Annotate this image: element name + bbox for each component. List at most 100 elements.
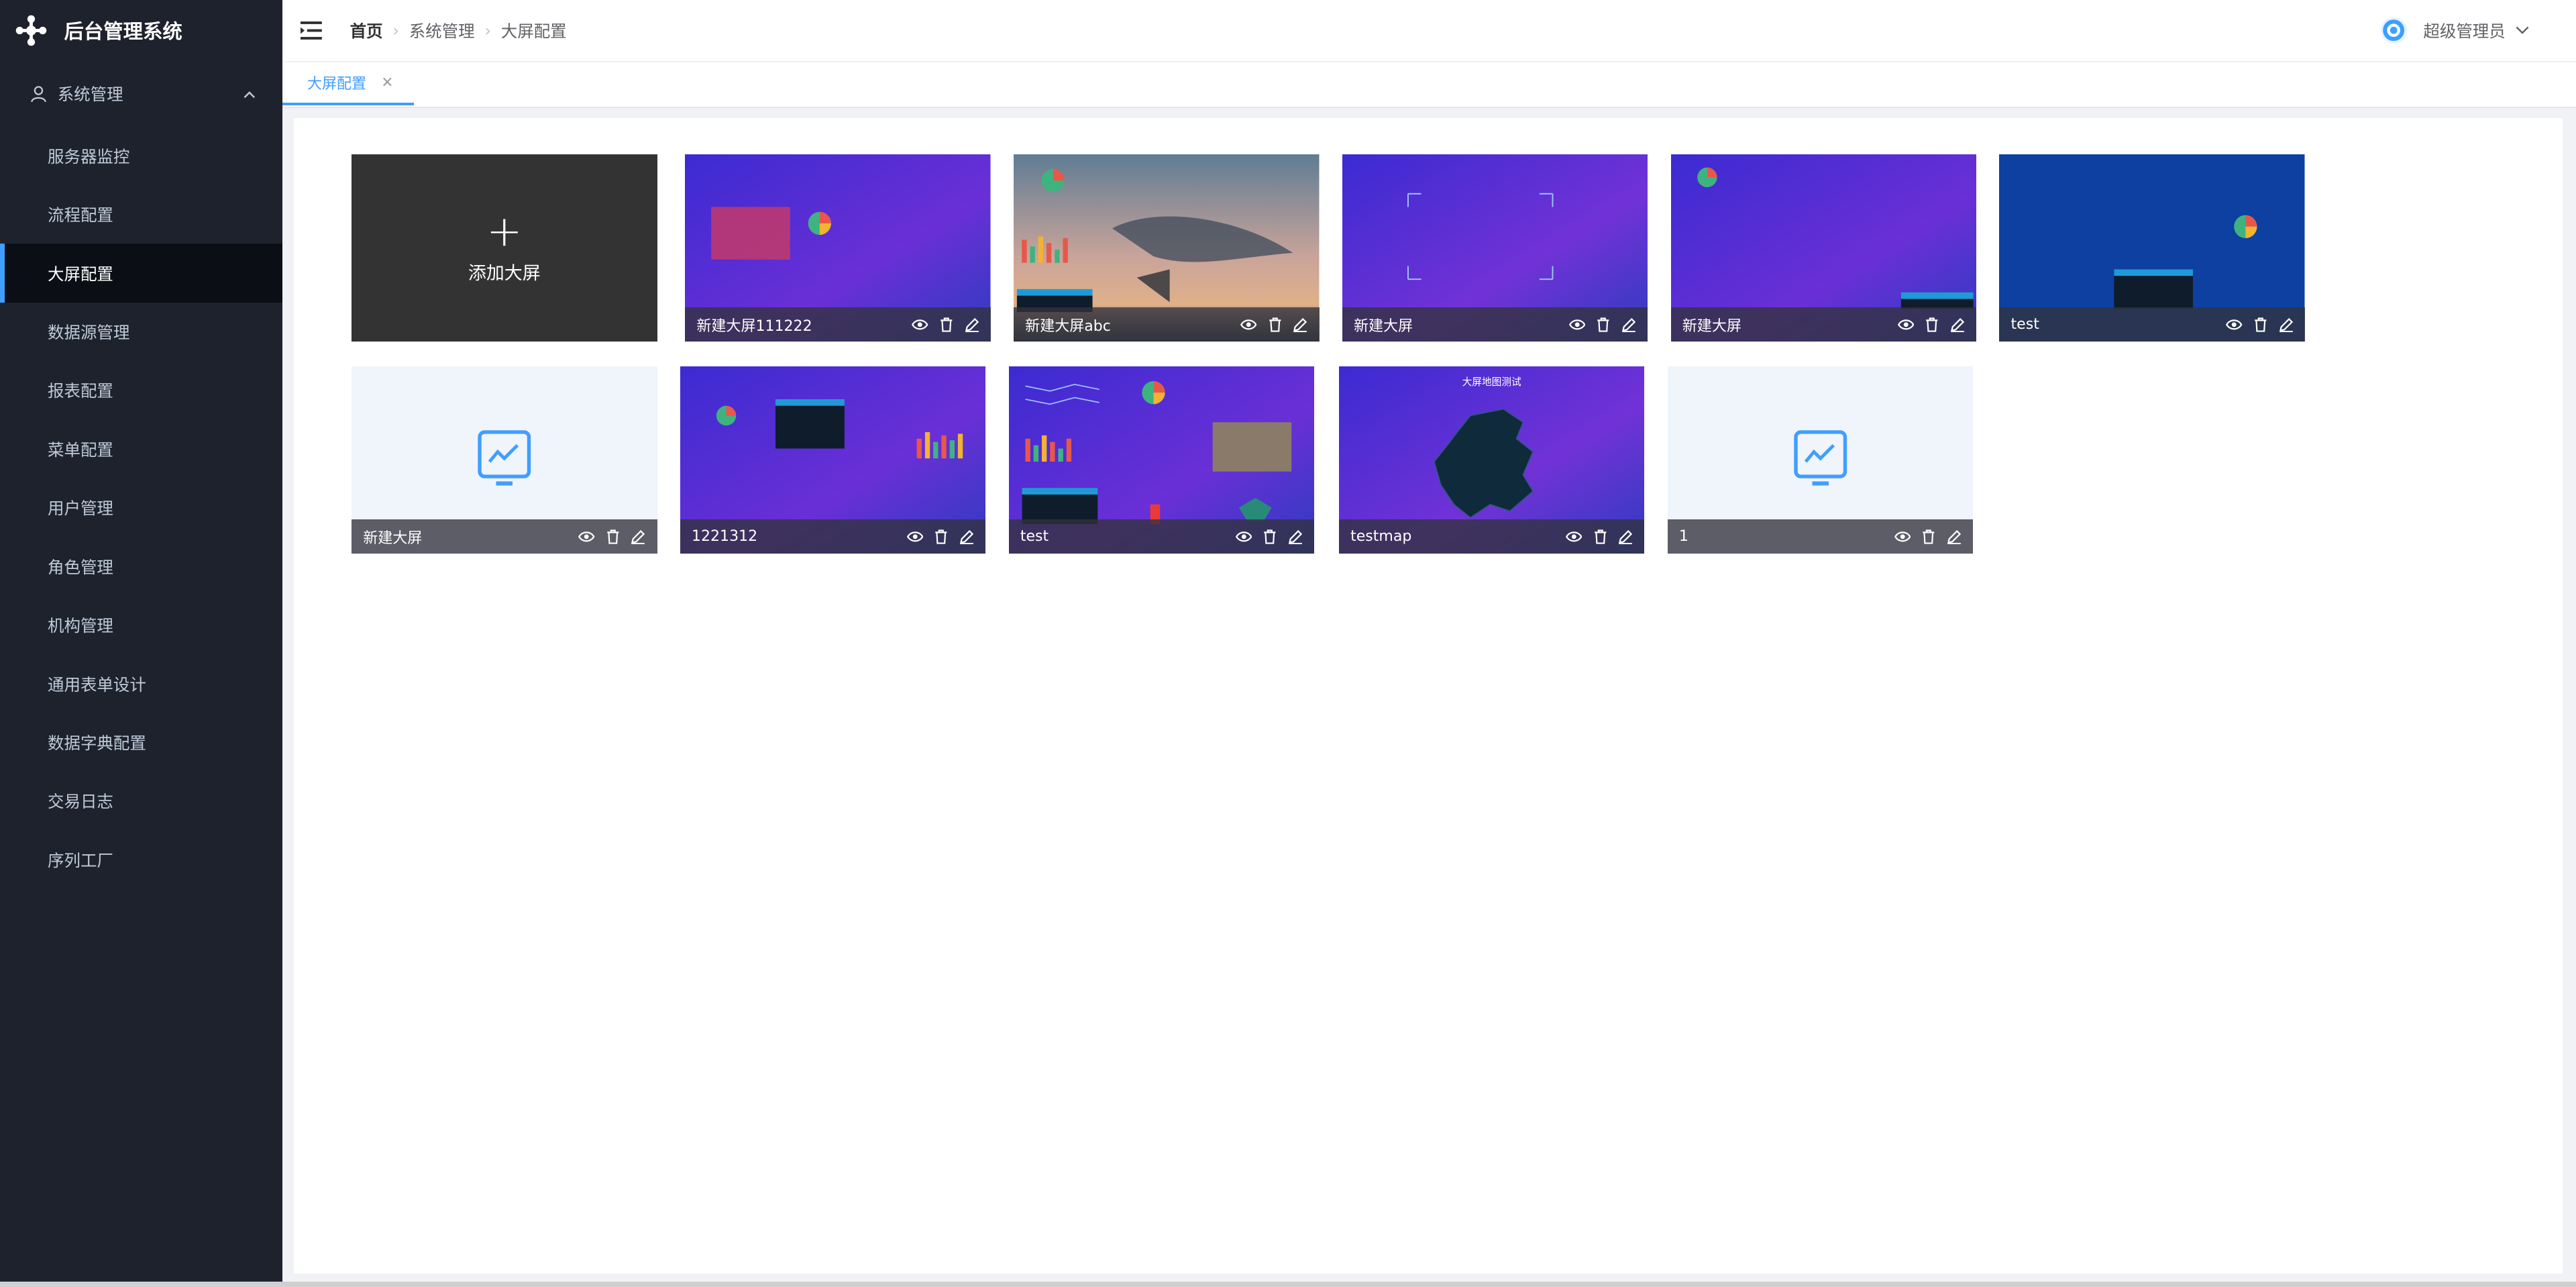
trash-icon[interactable] (940, 317, 953, 332)
edit-icon[interactable] (1293, 317, 1307, 332)
sidebar-item-screen-config[interactable]: 大屏配置 (0, 244, 283, 303)
sidebar-item-label: 交易日志 (48, 792, 113, 812)
sidebar-item-report-config[interactable]: 报表配置 (0, 361, 282, 419)
app-title: 后台管理系统 (64, 20, 182, 44)
eye-icon[interactable] (578, 530, 595, 544)
eye-icon[interactable] (1235, 530, 1252, 544)
sidebar-item-orgs[interactable]: 机构管理 (0, 596, 282, 654)
logo-icon (15, 15, 47, 46)
card-title: 新建大屏 (1353, 317, 1413, 335)
menu-toggle-icon[interactable] (301, 21, 322, 40)
trash-icon[interactable] (1594, 529, 1607, 544)
screen-card[interactable]: 1 (1667, 366, 1974, 554)
breadcrumb-system: 系统管理 (409, 21, 475, 41)
edit-icon[interactable] (1618, 529, 1633, 544)
breadcrumb-separator-icon: › (392, 20, 400, 40)
eye-icon[interactable] (1240, 318, 1257, 331)
close-icon[interactable]: × (381, 74, 393, 91)
card-title: 新建大屏 (363, 529, 423, 547)
edit-icon[interactable] (959, 529, 974, 544)
sidebar-item-sequence[interactable]: 序列工厂 (0, 831, 282, 889)
edit-icon[interactable] (1947, 529, 1962, 544)
sidebar-item-label: 角色管理 (48, 557, 113, 577)
card-title: test (2010, 316, 2039, 333)
app-logo-row[interactable]: 后台管理系统 (0, 0, 282, 61)
screen-card[interactable]: 新建大屏abc (1014, 154, 1320, 342)
trash-icon[interactable] (606, 529, 620, 544)
edit-icon[interactable] (631, 529, 645, 544)
sidebar-item-users[interactable]: 用户管理 (0, 478, 282, 537)
edit-icon[interactable] (965, 317, 979, 332)
card-title: 新建大屏abc (1025, 317, 1111, 335)
sidebar-item-label: 大屏配置 (48, 264, 113, 284)
screen-card[interactable]: 新建大屏 (1670, 154, 1977, 342)
trash-icon[interactable] (1597, 317, 1610, 332)
screen-card[interactable]: test (1999, 154, 2305, 342)
screen-card[interactable]: 大屏地图测试 testmap (1338, 366, 1645, 554)
card-title: 新建大屏111222 (696, 317, 812, 335)
eye-icon[interactable] (1568, 318, 1586, 331)
screen-card[interactable]: 新建大屏111222 (685, 154, 991, 342)
eye-icon[interactable] (912, 318, 928, 331)
edit-icon[interactable] (1288, 529, 1303, 544)
card-footer: test (1008, 519, 1315, 554)
sidebar-item-dictionary[interactable]: 数据字典配置 (0, 713, 282, 772)
eye-icon[interactable] (2226, 318, 2243, 331)
card-title: 新建大屏 (1682, 317, 1741, 335)
trash-icon[interactable] (1922, 529, 1935, 544)
tab-screen-config[interactable]: 大屏配置 × (282, 62, 415, 105)
sidebar-group-system[interactable]: 系统管理 (0, 61, 282, 127)
sidebar-item-label: 报表配置 (48, 381, 113, 401)
edit-icon[interactable] (2279, 317, 2294, 332)
sidebar-item-label: 用户管理 (48, 499, 113, 519)
trash-icon[interactable] (1269, 317, 1282, 332)
avatar (2380, 17, 2407, 44)
horizontal-scrollbar[interactable] (0, 1282, 2576, 1287)
card-footer: test (1999, 307, 2305, 342)
user-name: 超级管理员 (2423, 21, 2506, 41)
sidebar-item-datasource[interactable]: 数据源管理 (0, 303, 282, 361)
screen-card[interactable]: 新建大屏 (1342, 154, 1648, 342)
screen-card[interactable]: 新建大屏 (352, 366, 657, 554)
breadcrumb-current: 大屏配置 (500, 21, 567, 41)
tags-view: 大屏配置 × (282, 62, 2576, 109)
card-footer: 1221312 (680, 519, 986, 554)
sidebar-item-label: 菜单配置 (48, 440, 113, 460)
card-footer: 新建大屏 (1342, 307, 1648, 342)
trash-icon[interactable] (934, 529, 948, 544)
sidebar-item-label: 数据字典配置 (48, 733, 146, 753)
edit-icon[interactable] (1621, 317, 1636, 332)
sidebar-item-menu-config[interactable]: 菜单配置 (0, 420, 282, 478)
sidebar-item-flow-config[interactable]: 流程配置 (0, 185, 282, 244)
sidebar-item-roles[interactable]: 角色管理 (0, 537, 282, 596)
user-menu[interactable]: 超级管理员 (2380, 17, 2530, 44)
map-overlay-title: 大屏地图测试 (1462, 376, 1521, 389)
trash-icon[interactable] (1925, 317, 1939, 332)
top-header: 首页 › 系统管理 › 大屏配置 超级管理员 (282, 0, 2576, 62)
card-title: 1 (1678, 528, 1688, 546)
eye-icon[interactable] (906, 530, 924, 544)
eye-icon[interactable] (1565, 530, 1582, 544)
sidebar-item-label: 序列工厂 (48, 850, 113, 870)
edit-icon[interactable] (1950, 317, 1965, 332)
sidebar-item-label: 服务器监控 (48, 146, 130, 166)
sidebar: 后台管理系统 系统管理 服务器监控 流程配置 大屏配置 数据源管理 报表配置 菜… (0, 0, 283, 1287)
trash-icon[interactable] (1263, 529, 1277, 544)
sidebar-item-form-design[interactable]: 通用表单设计 (0, 654, 282, 713)
screen-card[interactable]: 1221312 (680, 366, 986, 554)
screen-card[interactable]: test (1008, 366, 1315, 554)
eye-icon[interactable] (1894, 530, 1911, 544)
breadcrumb-separator-icon: › (484, 20, 492, 40)
add-screen-button[interactable]: + 添加大屏 (352, 154, 657, 342)
sidebar-item-server-monitor[interactable]: 服务器监控 (0, 127, 282, 185)
sidebar-item-trade-log[interactable]: 交易日志 (0, 772, 282, 830)
card-footer: testmap (1338, 519, 1645, 554)
sidebar-group-label: 系统管理 (57, 85, 123, 105)
sidebar-item-label: 流程配置 (48, 205, 113, 225)
breadcrumb-home[interactable]: 首页 (350, 19, 383, 42)
trash-icon[interactable] (2254, 317, 2267, 332)
chevron-up-icon (243, 84, 256, 103)
plus-icon: + (486, 206, 523, 256)
eye-icon[interactable] (1897, 318, 1915, 331)
sidebar-item-label: 机构管理 (48, 616, 113, 636)
